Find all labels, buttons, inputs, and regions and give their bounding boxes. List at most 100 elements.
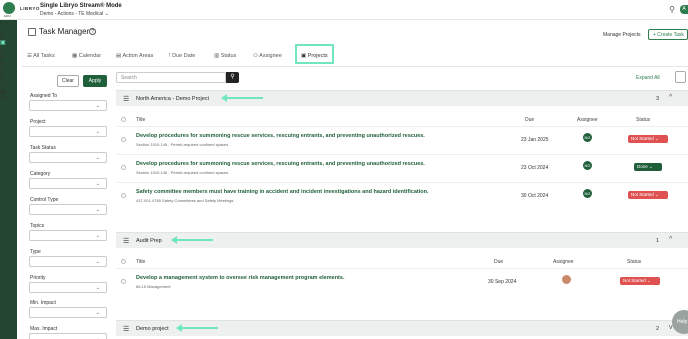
filter-label-task-status: Task Status (30, 145, 56, 151)
folder-icon: ▣ (301, 53, 307, 59)
table-row[interactable]: Safety committee members must have train… (116, 182, 688, 210)
due-date: 30 Oct 2024 (521, 193, 549, 199)
chevron-up-icon[interactable]: ^ (669, 94, 672, 101)
tab-label: Calendar (78, 53, 102, 59)
filter-label-min-impact: Min. Impact (30, 300, 56, 306)
task-title[interactable]: Develop procedures for summoning rescue … (136, 133, 425, 139)
expand-all-link[interactable]: Expand All (636, 75, 660, 81)
chevron-down-icon: ⌄ (95, 207, 100, 213)
select-all-checkbox[interactable] (121, 117, 126, 122)
select-all-checkbox[interactable] (121, 259, 126, 264)
tab-calendar[interactable]: ▦ Calendar (72, 46, 101, 66)
create-task-button[interactable]: + Create Task (648, 29, 688, 40)
control-type-select[interactable]: ⌄ (29, 204, 107, 215)
document-icon[interactable]: ▤ (0, 88, 17, 95)
export-icon[interactable] (675, 71, 686, 83)
group-count: 2 (656, 326, 660, 332)
search-input[interactable]: Search (116, 72, 226, 83)
tab-action-areas[interactable]: ▤ Action Areas (116, 46, 153, 66)
tab-status[interactable]: ▥ Status (214, 46, 236, 66)
col-status[interactable]: Status (636, 117, 650, 123)
drag-handle-icon[interactable]: ☰ (123, 325, 129, 333)
manage-projects-link[interactable]: Manage Projects (603, 32, 641, 38)
status-badge[interactable]: Done ⌄ (634, 163, 662, 171)
assigned-to-select[interactable]: ⌄ (29, 100, 107, 111)
row-checkbox[interactable] (121, 193, 126, 198)
assignee-avatar[interactable]: NG (583, 133, 592, 142)
priority-select[interactable]: ⌄ (29, 282, 107, 293)
drag-handle-icon[interactable]: ☰ (123, 237, 129, 245)
group-name: Audit Prep (136, 238, 162, 244)
due-date: 23 Jan 2025 (521, 137, 549, 143)
col-assignee: Assignee (577, 117, 598, 123)
status-badge[interactable]: Not Started ⌄ (628, 191, 668, 199)
list-icon[interactable]: ☰ (0, 74, 17, 81)
task-title[interactable]: Safety committee members must have train… (136, 189, 428, 195)
task-title[interactable]: Develop a management system to oversee r… (136, 275, 344, 281)
min-impact-select[interactable]: ⌄ (29, 307, 107, 318)
user-avatar[interactable]: A (680, 5, 688, 14)
tab-all-tasks[interactable]: ☰ All Tasks (27, 46, 55, 66)
arrow-icon-1[interactable]: ↳ (0, 46, 17, 53)
group-header[interactable]: ☰ North America - Demo Project 3 ^ (116, 90, 688, 106)
column-header-row: Title Due Assignee Status (116, 114, 688, 126)
col-due[interactable]: Due (525, 117, 534, 123)
tools-icon[interactable]: ✎ (0, 32, 17, 39)
tab-assignee[interactable]: ⚇ Assignee (253, 46, 282, 66)
col-status[interactable]: Status (627, 259, 641, 265)
chevron-up-icon[interactable]: ^ (669, 236, 672, 243)
tab-projects[interactable]: ▣ Projects (295, 44, 334, 64)
arrow-icon-4[interactable]: ↳ (0, 67, 17, 74)
task-title[interactable]: Develop procedures for summoning rescue … (136, 161, 425, 167)
drag-handle-icon[interactable]: ☰ (123, 95, 129, 103)
list-icon: ☰ (27, 53, 32, 59)
annotation-arrow (176, 324, 218, 332)
status-label: Not Started (631, 136, 654, 141)
col-title[interactable]: Title (136, 259, 145, 265)
row-checkbox[interactable] (121, 165, 126, 170)
filter-label-type: Type (30, 249, 41, 255)
tabs-divider (22, 66, 688, 67)
col-due[interactable]: Due (494, 259, 503, 265)
topics-select[interactable]: ⌄ (29, 230, 107, 241)
table-row[interactable]: Develop procedures for summoning rescue … (116, 126, 688, 154)
row-checkbox[interactable] (121, 137, 126, 142)
tab-due-date[interactable]: ! Due Date (169, 46, 195, 66)
erm-logo (3, 2, 15, 14)
apply-button[interactable]: Apply (83, 75, 107, 87)
type-select[interactable]: ⌄ (29, 256, 107, 267)
table-row[interactable]: Develop procedures for summoning rescue … (116, 154, 688, 182)
category-select[interactable]: ⌄ (29, 178, 107, 189)
row-checkbox[interactable] (121, 279, 126, 284)
status-badge[interactable]: Not Started ⌄ (620, 277, 660, 285)
arrow-icon-3[interactable]: ↳ (0, 60, 17, 67)
chevron-down-icon: ⌄ (95, 155, 100, 161)
stream-selector[interactable]: Demo - Actions - TE Medical ⌄ (40, 11, 109, 17)
left-nav: ⌂ ♪ ✎ ▣ ↳ ↳ ↳ ↳ ☰ ▭ ▤ ⚘ (0, 20, 17, 339)
col-title[interactable]: Title (136, 117, 145, 123)
help-icon[interactable]: ? (89, 28, 96, 35)
tasks-icon[interactable]: ▣ (0, 39, 17, 46)
status-badge[interactable]: Not Started ⌄ (628, 135, 668, 143)
assignee-avatar[interactable]: NG (583, 189, 592, 198)
filter-label-category: Category (30, 171, 51, 177)
max-impact-select[interactable]: ⌄ (29, 333, 107, 339)
org-chart-icon[interactable]: ⚘ (0, 95, 17, 102)
folder-icon[interactable]: ▭ (0, 81, 17, 88)
chevron-down-icon: ⌄ (95, 181, 100, 187)
task-source: 437-001-0765 Safety Committees and Safet… (136, 198, 234, 203)
status-label: Not Started (631, 192, 654, 197)
search-icon[interactable]: ⚲ (226, 72, 239, 83)
arrow-icon-2[interactable]: ↳ (0, 53, 17, 60)
chevron-down-icon: ⌄ (95, 103, 100, 109)
group-name: Demo project (136, 326, 169, 332)
assignee-avatar[interactable] (562, 275, 571, 284)
task-status-select[interactable]: ⌄ (29, 152, 107, 163)
clear-button[interactable]: Clear (57, 75, 79, 87)
assignee-avatar[interactable]: NG (583, 161, 592, 170)
search-icon[interactable]: ⚲ (669, 5, 675, 14)
due-date: 23 Oct 2024 (521, 165, 549, 171)
logo-sub: ERM (4, 14, 11, 18)
project-select[interactable]: ⌄ (29, 126, 107, 137)
table-row[interactable]: Develop a management system to oversee r… (116, 268, 688, 296)
